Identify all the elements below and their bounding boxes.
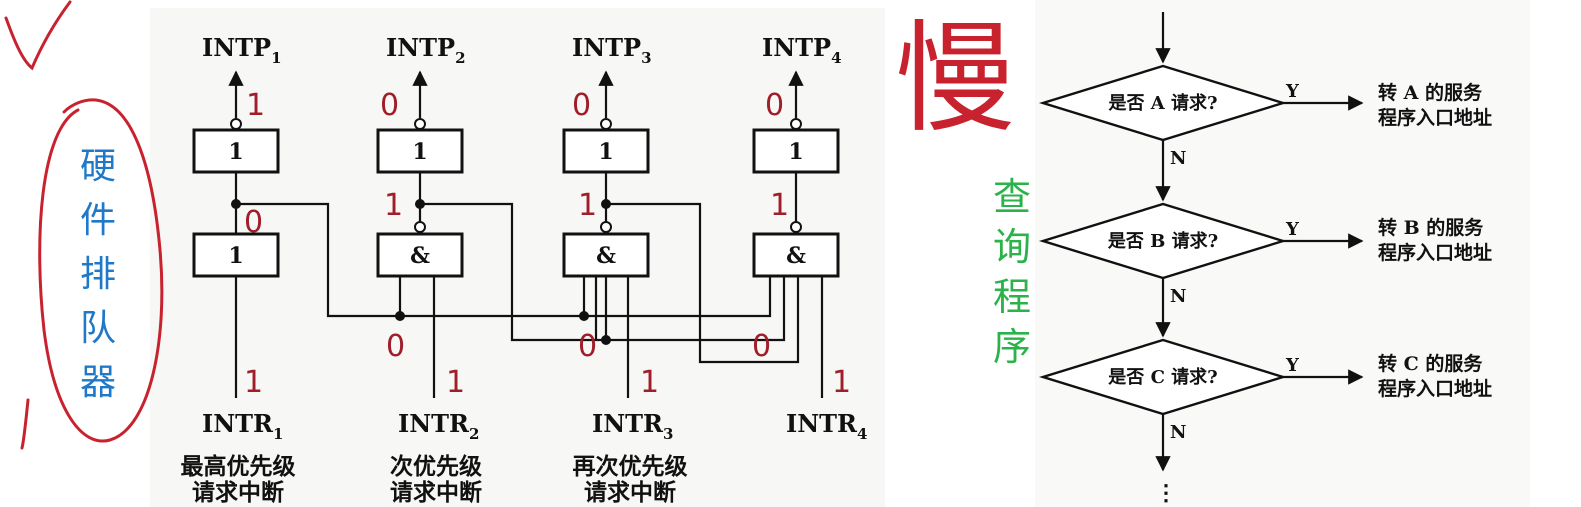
gate-symbol: 1 — [598, 139, 613, 165]
output-label-2: INTP2 — [386, 33, 466, 67]
bubble — [790, 118, 802, 130]
output-label-3: INTP3 — [572, 33, 652, 67]
target-line-2: 程序入口地址 — [1378, 377, 1492, 400]
continuation-dots: ⋮ — [1155, 480, 1177, 506]
bus-bit-3: 0 — [752, 329, 771, 364]
output-bit-4: 0 — [765, 88, 784, 123]
diagram-canvas: 1 1 1 1 1 & & & INTP1 INTP2 INTP3 INTP4 … — [4, 0, 1530, 507]
handwritten-slow: 慢 — [895, 10, 1015, 149]
mid-bit-1: 0 — [244, 205, 263, 240]
input-bit-2: 1 — [446, 365, 465, 400]
input-desc: 请求中断 — [390, 479, 482, 506]
input-bit-4: 1 — [832, 365, 851, 400]
yes-label: Y — [1285, 355, 1300, 376]
input-desc: 请求中断 — [584, 479, 676, 506]
mid-bit-3: 1 — [578, 188, 597, 223]
input-bit-3: 1 — [640, 365, 659, 400]
yes-label: Y — [1285, 81, 1300, 102]
gate-symbol: 1 — [228, 243, 243, 269]
output-bit-2: 0 — [380, 88, 399, 123]
gate-symbol: 1 — [788, 139, 803, 165]
output-bit-3: 0 — [572, 88, 591, 123]
bubble — [230, 118, 242, 130]
hardware-queue-label: 硬件排队器 — [80, 146, 116, 403]
target-line-1: 转 A 的服务 — [1378, 81, 1483, 104]
stroke-annotation-icon — [20, 398, 30, 450]
output-label-4: INTP4 — [762, 33, 842, 67]
no-label: N — [1170, 286, 1186, 307]
bubble — [600, 221, 612, 233]
gate-symbol: 1 — [228, 139, 243, 165]
target-line-2: 程序入口地址 — [1378, 106, 1492, 129]
decision-text: 是否 B 请求? — [1107, 230, 1218, 252]
mid-bit-4: 1 — [770, 188, 789, 223]
input-desc: 再次优先级 — [573, 453, 688, 480]
gate-symbol: & — [596, 243, 616, 269]
input-bit-1: 1 — [244, 365, 263, 400]
bus-bit-1: 0 — [386, 329, 405, 364]
decision-text: 是否 C 请求? — [1107, 366, 1217, 388]
bubble — [790, 221, 802, 233]
target-line-2: 程序入口地址 — [1378, 241, 1492, 264]
gate-symbol: 1 — [412, 139, 427, 165]
mid-bit-2: 1 — [384, 188, 403, 223]
input-label-4: INTR4 — [786, 409, 867, 443]
gate-symbol: & — [410, 243, 430, 269]
yes-label: Y — [1285, 219, 1300, 240]
output-bit-1: 1 — [246, 88, 265, 123]
target-line-1: 转 C 的服务 — [1378, 352, 1483, 375]
input-desc: 最高优先级 — [181, 453, 296, 480]
input-label-2: INTR2 — [398, 409, 479, 443]
output-label-1: INTP1 — [202, 33, 282, 67]
query-program-label: 查询程序 — [993, 175, 1031, 369]
checkmark-icon — [4, 0, 72, 71]
input-label-3: INTR3 — [592, 409, 673, 443]
bubble — [600, 118, 612, 130]
bus-bit-2: 0 — [578, 329, 597, 364]
bubble — [414, 221, 426, 233]
gate-symbol: & — [786, 243, 806, 269]
target-line-1: 转 B 的服务 — [1378, 216, 1484, 239]
bubble — [414, 118, 426, 130]
no-label: N — [1170, 422, 1186, 443]
no-label: N — [1170, 148, 1186, 169]
decision-text: 是否 A 请求? — [1107, 92, 1217, 114]
input-desc: 请求中断 — [192, 479, 284, 506]
input-label-1: INTR1 — [202, 409, 283, 443]
input-desc: 次优先级 — [390, 453, 482, 480]
